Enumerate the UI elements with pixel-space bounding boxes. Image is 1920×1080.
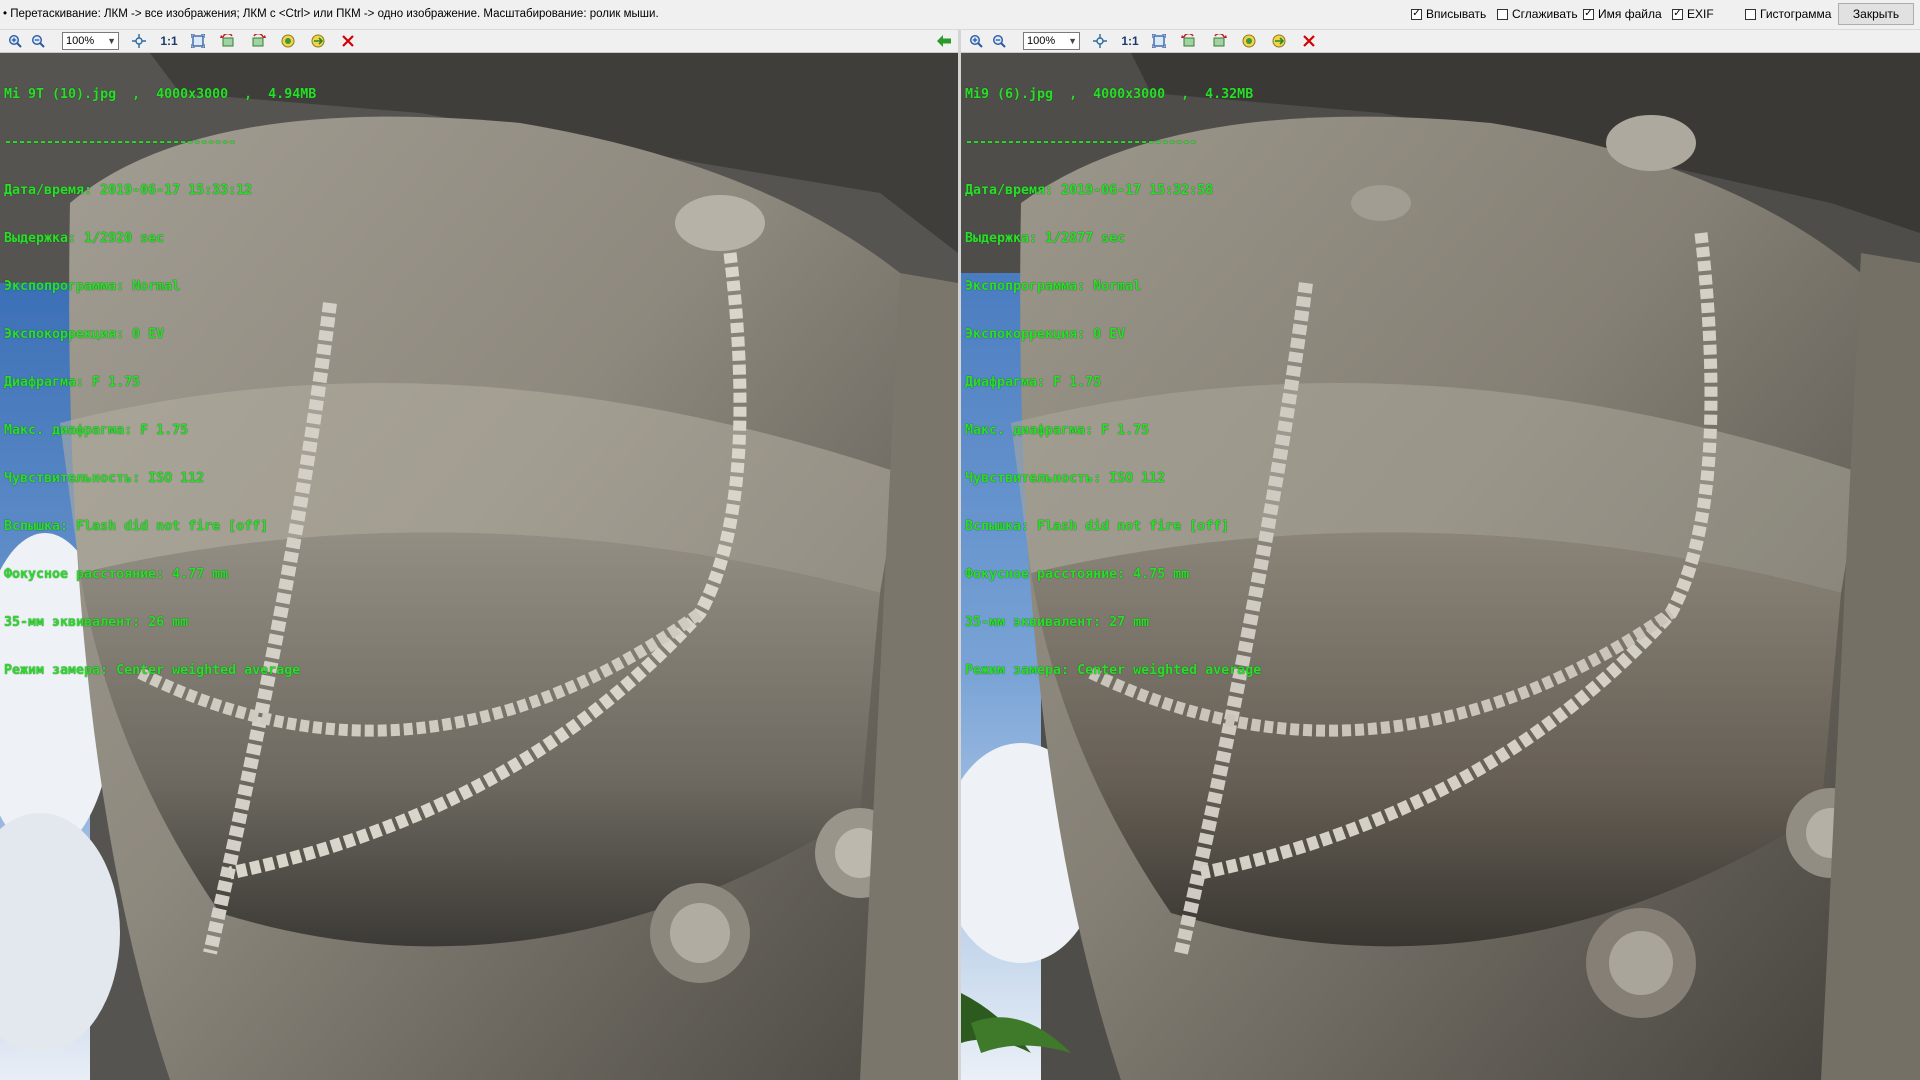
rotate-right-icon[interactable]	[1210, 33, 1228, 49]
rotate-left-icon[interactable]	[219, 33, 237, 49]
close-icon[interactable]	[339, 33, 357, 49]
checkbox-filename[interactable]: ✓	[1583, 8, 1594, 20]
chevron-down-icon: ▼	[107, 36, 116, 46]
zoom-in-icon[interactable]	[967, 33, 985, 49]
left-exif-iso: Чувствительность: ISO 112	[4, 471, 205, 486]
right-exif-aperture: Диафрагма: F 1.75	[965, 375, 1102, 390]
right-toolbar: 100% ▼ 1:1	[961, 30, 1920, 53]
actual-size-button[interactable]: 1:1	[1120, 33, 1140, 49]
right-exif-focal: Фокусное расстояние: 4.75 mm	[965, 567, 1190, 582]
right-pane: 100% ▼ 1:1 Mi9 (6).jpg , 4000x3000 , 4.3…	[961, 30, 1920, 1080]
left-toolbar: 100% ▼ 1:1	[0, 30, 958, 53]
option-fit[interactable]: ✓ Вписывать	[1411, 7, 1486, 21]
right-exif-shutter: Выдержка: 1/2877 sec	[965, 231, 1126, 246]
zoom-in-icon[interactable]	[6, 33, 24, 49]
right-exif-metering: Режим замера: Center weighted average	[965, 663, 1262, 678]
fit-icon[interactable]	[1091, 33, 1109, 49]
right-exif-datetime: Дата/время: 2019-06-17 15:32:58	[965, 183, 1214, 198]
right-separator: ---------------------------------	[965, 135, 1197, 150]
option-filename-label: Имя файла	[1598, 7, 1662, 21]
flip-icon[interactable]	[279, 33, 297, 49]
checkbox-fit[interactable]: ✓	[1411, 8, 1422, 20]
option-fit-label: Вписывать	[1426, 7, 1487, 21]
close-button[interactable]: Закрыть	[1838, 3, 1914, 25]
fullscreen-icon[interactable]	[1150, 33, 1168, 49]
right-exif-iso: Чувствительность: ISO 112	[965, 471, 1166, 486]
zoom-out-icon[interactable]	[990, 33, 1008, 49]
right-exif-overlay: Mi9 (6).jpg , 4000x3000 , 4.32MB -------…	[965, 55, 1261, 711]
rotate-left-icon[interactable]	[1180, 33, 1198, 49]
left-image-viewport[interactable]: Mi 9T (10).jpg , 4000x3000 , 4.94MB ----…	[0, 53, 958, 1080]
actual-size-button[interactable]: 1:1	[159, 33, 179, 49]
save-icon[interactable]	[309, 33, 327, 49]
left-pane: 100% ▼ 1:1 Mi 9T (10).jpg , 4000x3000 , …	[0, 30, 958, 1080]
right-exif-35mm: 35-мм эквивалент: 27 mm	[965, 615, 1150, 630]
fit-icon[interactable]	[130, 33, 148, 49]
left-exif-35mm: 35-мм эквивалент: 26 mm	[4, 615, 189, 630]
right-exif-compensation: Экспокоррекция: 0 EV	[965, 327, 1126, 342]
option-exif-label: EXIF	[1687, 7, 1714, 21]
right-file-info: Mi9 (6).jpg , 4000x3000 , 4.32MB	[965, 87, 1254, 102]
left-exif-shutter: Выдержка: 1/2920 sec	[4, 231, 165, 246]
flip-icon[interactable]	[1240, 33, 1258, 49]
chevron-down-icon: ▼	[1068, 36, 1077, 46]
right-exif-program: Экспопрограмма: Normal	[965, 279, 1142, 294]
left-separator: ---------------------------------	[4, 135, 236, 150]
right-exif-flash: Вспышка: Flash did not fire [off]	[965, 519, 1230, 534]
option-exif[interactable]: ✓ EXIF	[1672, 7, 1714, 21]
checkbox-exif[interactable]: ✓	[1672, 8, 1683, 20]
sync-arrow-icon[interactable]	[935, 33, 953, 49]
right-exif-max-aperture: Макс. диафрагма: F 1.75	[965, 423, 1150, 438]
left-exif-flash: Вспышка: Flash did not fire [off]	[4, 519, 269, 534]
top-bar: • Перетаскивание: ЛКМ -> все изображения…	[0, 0, 1920, 30]
close-icon[interactable]	[1300, 33, 1318, 49]
fullscreen-icon[interactable]	[189, 33, 207, 49]
rotate-right-icon[interactable]	[249, 33, 267, 49]
checkbox-smooth[interactable]	[1497, 8, 1508, 20]
zoom-out-icon[interactable]	[29, 33, 47, 49]
right-image-viewport[interactable]: Mi9 (6).jpg , 4000x3000 , 4.32MB -------…	[961, 53, 1920, 1080]
zoom-value: 100%	[1027, 35, 1056, 47]
left-exif-datetime: Дата/время: 2019-06-17 15:33:12	[4, 183, 253, 198]
zoom-select[interactable]: 100% ▼	[62, 32, 119, 50]
hint-text: • Перетаскивание: ЛКМ -> все изображения…	[3, 8, 659, 20]
left-exif-max-aperture: Макс. диафрагма: F 1.75	[4, 423, 189, 438]
zoom-select[interactable]: 100% ▼	[1023, 32, 1080, 50]
left-exif-compensation: Экспокоррекция: 0 EV	[4, 327, 165, 342]
left-exif-program: Экспопрограмма: Normal	[4, 279, 181, 294]
option-smooth-label: Сглаживать	[1512, 7, 1578, 21]
option-filename[interactable]: ✓ Имя файла	[1583, 7, 1662, 21]
option-histogram[interactable]: Гистограмма	[1745, 7, 1831, 21]
option-histogram-label: Гистограмма	[1760, 7, 1832, 21]
left-exif-overlay: Mi 9T (10).jpg , 4000x3000 , 4.94MB ----…	[4, 55, 316, 711]
left-exif-aperture: Диафрагма: F 1.75	[4, 375, 141, 390]
left-exif-metering: Режим замера: Center weighted average	[4, 663, 301, 678]
left-exif-focal: Фокусное расстояние: 4.77 mm	[4, 567, 229, 582]
zoom-value: 100%	[66, 35, 95, 47]
option-smooth[interactable]: Сглаживать	[1497, 7, 1578, 21]
save-icon[interactable]	[1270, 33, 1288, 49]
checkbox-histogram[interactable]	[1745, 8, 1756, 20]
left-file-info: Mi 9T (10).jpg , 4000x3000 , 4.94MB	[4, 87, 317, 102]
